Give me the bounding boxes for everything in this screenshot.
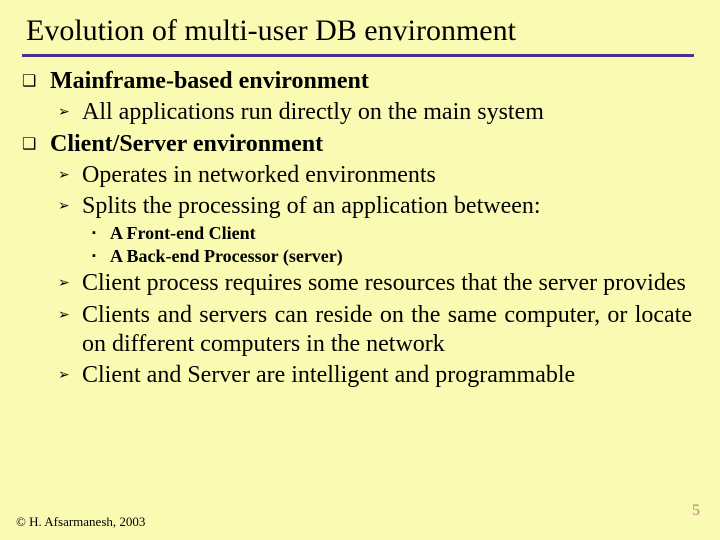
subsubbullet-frontend: ▪ A Front-end Client xyxy=(92,223,698,245)
text: Client/Server environment xyxy=(50,130,698,159)
arrow-icon: ➢ xyxy=(58,98,82,127)
text: All applications run directly on the mai… xyxy=(82,98,698,127)
arrow-icon: ➢ xyxy=(58,301,82,360)
arrow-icon: ➢ xyxy=(58,161,82,190)
text: Client process requires some resources t… xyxy=(82,269,698,298)
copyright-text: © H. Afsarmanesh, 2003 xyxy=(16,514,145,530)
title-underline xyxy=(22,54,694,57)
subsubbullet-backend: ▪ A Back-end Processor (server) xyxy=(92,246,698,268)
text: Operates in networked environments xyxy=(82,161,698,190)
square-icon: ▪ xyxy=(92,223,110,245)
bullet-mainframe: ❑ Mainframe-based environment xyxy=(22,67,698,96)
square-icon: ▪ xyxy=(92,246,110,268)
content-body: ❑ Mainframe-based environment ➢ All appl… xyxy=(22,67,698,390)
arrow-icon: ➢ xyxy=(58,192,82,221)
subbullet-cs-5: ➢ Client and Server are intelligent and … xyxy=(58,361,698,390)
text: Clients and servers can reside on the sa… xyxy=(82,301,698,360)
hollow-square-icon: ❑ xyxy=(22,67,50,96)
page-number: 5 xyxy=(692,502,700,520)
text: Splits the processing of an application … xyxy=(82,192,698,221)
subbullet-mainframe-1: ➢ All applications run directly on the m… xyxy=(58,98,698,127)
text: A Back-end Processor (server) xyxy=(110,246,698,268)
hollow-square-icon: ❑ xyxy=(22,130,50,159)
subbullet-cs-1: ➢ Operates in networked environments xyxy=(58,161,698,190)
arrow-icon: ➢ xyxy=(58,361,82,390)
text: A Front-end Client xyxy=(110,223,698,245)
slide: Evolution of multi-user DB environment ❑… xyxy=(0,0,720,540)
bullet-clientserver: ❑ Client/Server environment xyxy=(22,130,698,159)
subbullet-cs-2: ➢ Splits the processing of an applicatio… xyxy=(58,192,698,221)
page-title: Evolution of multi-user DB environment xyxy=(26,14,698,48)
text: Mainframe-based environment xyxy=(50,67,698,96)
subbullet-cs-4: ➢ Clients and servers can reside on the … xyxy=(58,301,698,360)
text: Client and Server are intelligent and pr… xyxy=(82,361,698,390)
subbullet-cs-3: ➢ Client process requires some resources… xyxy=(58,269,698,298)
arrow-icon: ➢ xyxy=(58,269,82,298)
